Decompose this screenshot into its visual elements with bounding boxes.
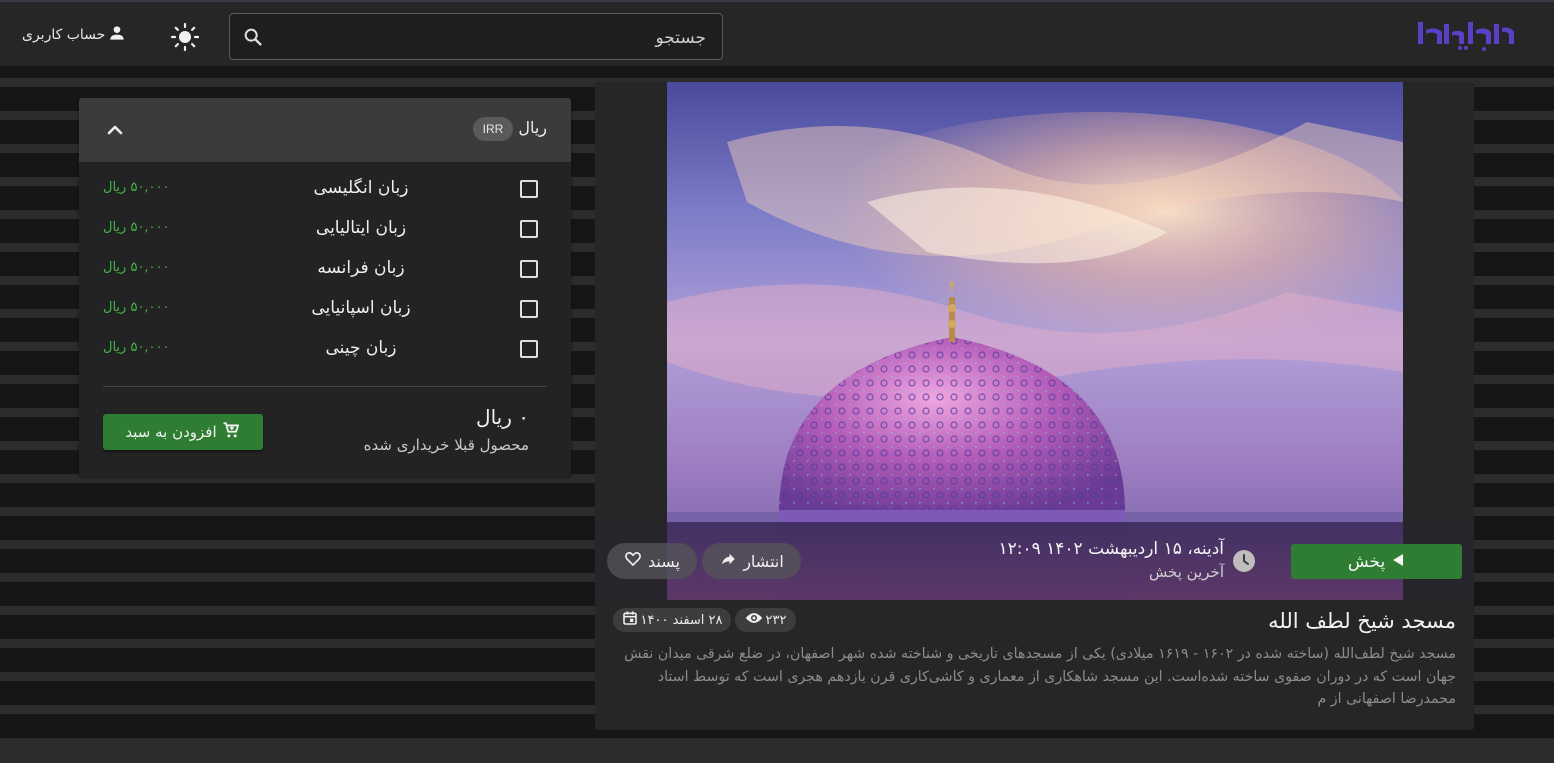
published-date-chip: ۲۸ اسفند ۱۴۰۰ xyxy=(613,608,731,632)
footer-bar xyxy=(0,746,1554,763)
last-broadcast-label: آخرین پخش xyxy=(1148,563,1224,581)
media-title: مسجد شیخ لطف الله xyxy=(1268,609,1456,633)
language-option: زبان ایتالیایی ۵۰,۰۰۰ ریال xyxy=(79,210,571,250)
add-to-cart-label: افزودن به سبد xyxy=(125,423,217,441)
language-option: زبان انگلیسی ۵۰,۰۰۰ ریال xyxy=(79,170,571,210)
player-controls-bar: پخش آدینه، ۱۵ اردیبهشت ۱۴۰۲ ۱۲:۰۹ آخرین … xyxy=(595,522,1474,600)
currency-label: ریال xyxy=(518,118,547,137)
views-chip: ۲۳۲ xyxy=(735,608,796,632)
play-icon xyxy=(1391,552,1405,572)
option-name: زبان انگلیسی xyxy=(313,178,409,198)
currency-header[interactable]: ریال IRR xyxy=(79,98,571,162)
sun-icon xyxy=(170,22,200,56)
share-button[interactable]: انتشار xyxy=(702,543,801,579)
add-to-cart-button[interactable]: افزودن به سبد xyxy=(103,414,263,450)
chevron-up-icon[interactable] xyxy=(103,118,127,142)
account-button[interactable]: حساب کاربری xyxy=(22,24,127,46)
views-count: ۲۳۲ xyxy=(765,612,787,628)
search-field[interactable] xyxy=(229,13,723,61)
option-checkbox[interactable] xyxy=(520,260,538,278)
calendar-icon xyxy=(622,610,638,630)
option-price: ۵۰,۰۰۰ ریال xyxy=(103,260,170,275)
option-checkbox[interactable] xyxy=(520,220,538,238)
share-label: انتشار xyxy=(743,551,784,571)
option-checkbox[interactable] xyxy=(520,300,538,318)
total-amount: ۰ ریال xyxy=(476,405,529,429)
play-button[interactable]: پخش xyxy=(1291,544,1462,579)
divider xyxy=(103,386,547,387)
option-checkbox[interactable] xyxy=(520,180,538,198)
option-price: ۵۰,۰۰۰ ریال xyxy=(103,300,170,315)
search-input[interactable] xyxy=(304,14,708,61)
option-price: ۵۰,۰۰۰ ریال xyxy=(103,220,170,235)
heart-icon xyxy=(624,550,642,572)
purchase-panel: ریال IRR زبان انگلیسی ۵۰,۰۰۰ ریال زبان ا… xyxy=(79,98,571,476)
play-label: پخش xyxy=(1347,551,1386,572)
language-option: زبان فرانسه ۵۰,۰۰۰ ریال xyxy=(79,250,571,290)
clock-icon xyxy=(1231,548,1257,574)
language-option: زبان چینی ۵۰,۰۰۰ ریال xyxy=(79,330,571,370)
like-label: پسند xyxy=(648,551,680,571)
option-price: ۵۰,۰۰۰ ریال xyxy=(103,340,170,355)
media-description: مسجد شیخ لطف‌الله (ساخته شده در ۱۶۰۲ - ۱… xyxy=(624,646,1456,707)
eye-icon xyxy=(745,611,763,629)
site-logo[interactable] xyxy=(1414,14,1518,54)
media-card: پخش آدینه، ۱۵ اردیبهشت ۱۴۰۲ ۱۲:۰۹ آخرین … xyxy=(595,82,1474,730)
option-name: زبان فرانسه xyxy=(317,258,405,278)
option-name: زبان چینی xyxy=(325,338,397,358)
top-app-bar: حساب کاربری xyxy=(0,0,1554,66)
person-icon xyxy=(107,23,127,47)
like-button[interactable]: پسند xyxy=(607,543,697,579)
theme-toggle-button[interactable] xyxy=(170,22,200,52)
language-option: زبان اسپانیایی ۵۰,۰۰۰ ریال xyxy=(79,290,571,330)
share-icon xyxy=(719,550,737,572)
option-name: زبان اسپانیایی xyxy=(311,298,411,318)
currency-code-chip: IRR xyxy=(473,117,513,141)
option-name: زبان ایتالیایی xyxy=(315,218,407,238)
cart-icon xyxy=(221,420,241,444)
purchase-note: محصول قبلا خریداری شده xyxy=(363,436,529,454)
search-icon[interactable] xyxy=(242,26,264,48)
published-date: ۲۸ اسفند ۱۴۰۰ xyxy=(640,612,723,628)
option-price: ۵۰,۰۰۰ ریال xyxy=(103,180,170,195)
option-checkbox[interactable] xyxy=(520,340,538,358)
account-label: حساب کاربری xyxy=(22,27,106,43)
last-broadcast-date: آدینه، ۱۵ اردیبهشت ۱۴۰۲ ۱۲:۰۹ xyxy=(998,539,1224,559)
